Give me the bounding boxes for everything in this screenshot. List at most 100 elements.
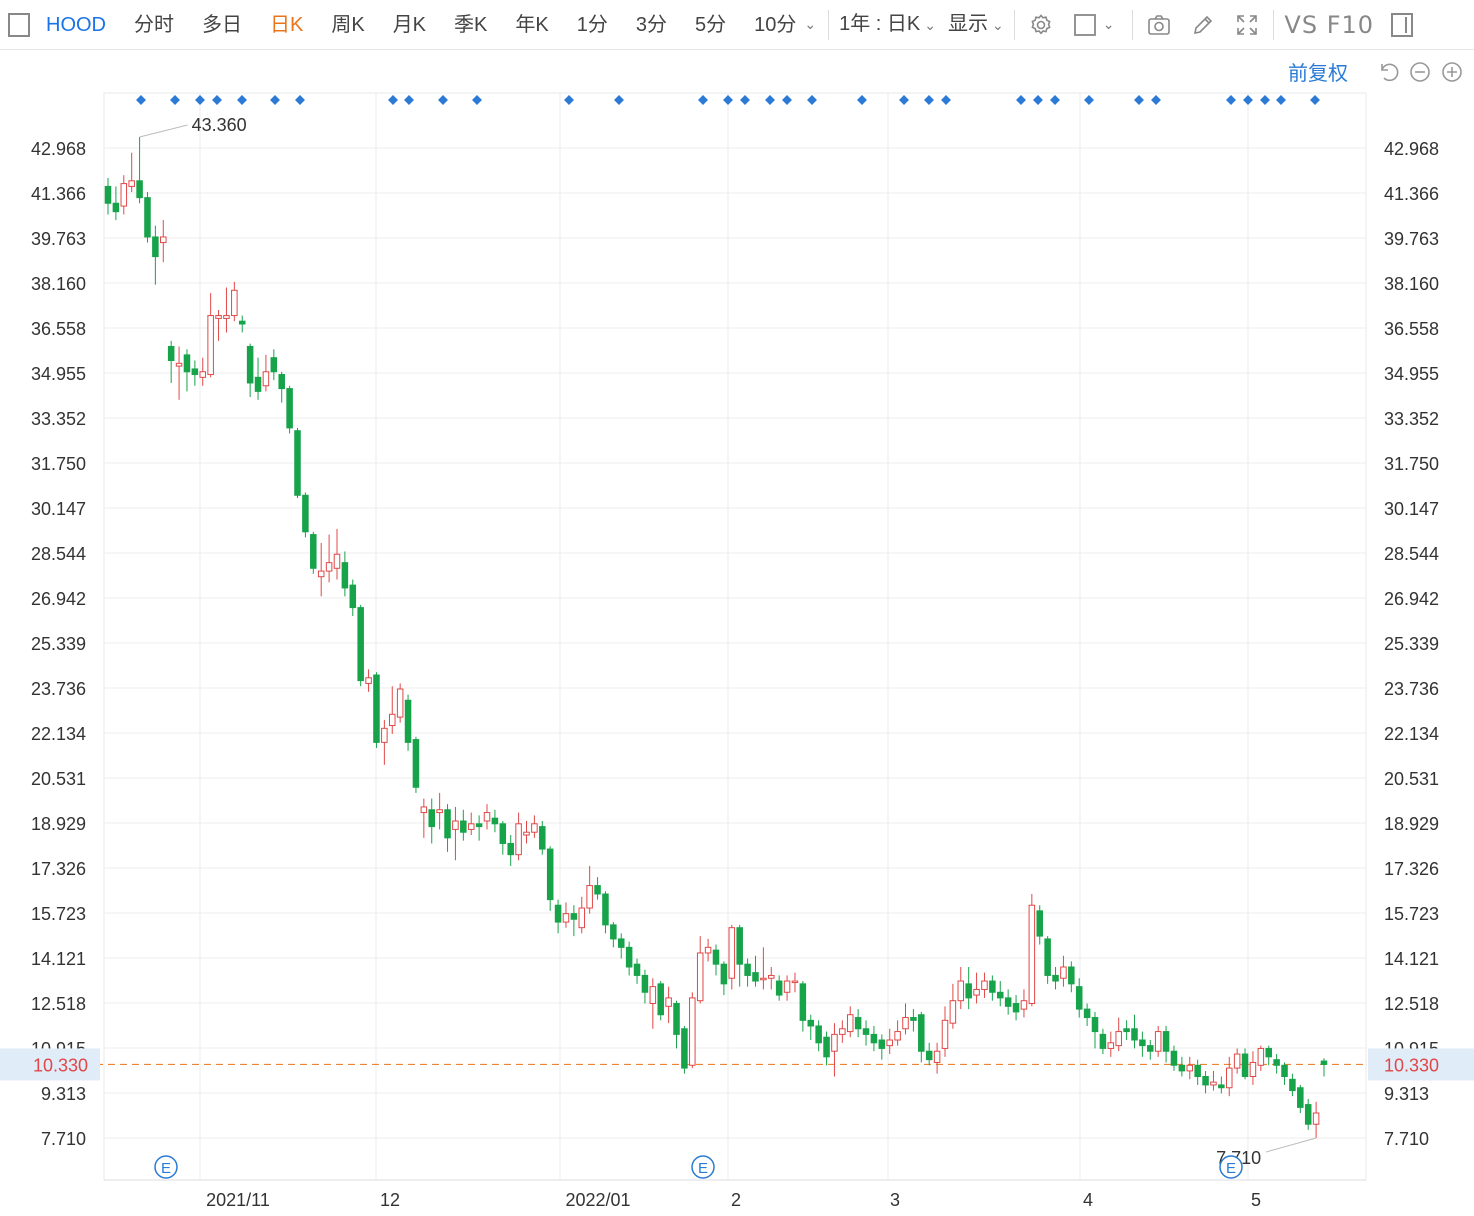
candle-up[interactable] <box>933 1050 941 1063</box>
candle-up[interactable] <box>325 562 333 572</box>
period-yearly-k[interactable]: 年K <box>501 0 562 50</box>
period-weekly-k[interactable]: 周K <box>317 0 378 50</box>
candle-up[interactable] <box>981 980 988 990</box>
candle-up[interactable] <box>160 236 167 244</box>
period-intraday[interactable]: 分时 <box>120 0 188 50</box>
candle-down[interactable] <box>925 1050 933 1061</box>
candle-down[interactable] <box>1297 1087 1304 1108</box>
candle-down[interactable] <box>183 354 191 373</box>
candle-down[interactable] <box>1147 1045 1154 1052</box>
candle-down[interactable] <box>278 374 285 390</box>
candle-up[interactable] <box>886 1039 893 1047</box>
candle-up[interactable] <box>1312 1112 1320 1125</box>
candle-up[interactable] <box>902 1017 909 1030</box>
event-marker-diamond[interactable] <box>614 95 624 105</box>
vs-f10-button[interactable]: VS F10 <box>1284 11 1374 39</box>
pencil-draw-icon[interactable] <box>1189 11 1217 39</box>
candle-down[interactable] <box>910 1017 917 1021</box>
candle-down[interactable] <box>989 980 996 993</box>
candle-down[interactable] <box>1068 966 1075 985</box>
candle-up[interactable] <box>231 289 238 317</box>
candle-down[interactable] <box>1281 1064 1288 1078</box>
event-marker-diamond[interactable] <box>1084 95 1094 105</box>
settings-gear-icon[interactable] <box>1027 11 1055 39</box>
period-multiday[interactable]: 多日 <box>188 0 256 50</box>
display-select[interactable]: 显示 ⌄ <box>942 0 1010 50</box>
candle-down[interactable] <box>294 430 301 496</box>
event-marker-diamond[interactable] <box>1243 95 1253 105</box>
event-marker-diamond[interactable] <box>899 95 909 105</box>
candle-up[interactable] <box>365 677 372 684</box>
candle-down[interactable] <box>625 946 633 968</box>
candle-up[interactable] <box>562 913 570 923</box>
candle-down[interactable] <box>1075 986 1083 1010</box>
candle-down[interactable] <box>918 1014 925 1052</box>
candle-up[interactable] <box>704 946 712 954</box>
candle-down[interactable] <box>152 236 159 258</box>
candle-down[interactable] <box>310 534 317 569</box>
candle-down[interactable] <box>1162 1031 1170 1052</box>
event-marker-diamond[interactable] <box>438 95 448 105</box>
candle-down[interactable] <box>1083 1008 1091 1019</box>
event-marker-diamond[interactable] <box>295 95 305 105</box>
event-marker-diamond[interactable] <box>564 95 574 105</box>
candle-up[interactable] <box>317 570 325 578</box>
candle-down[interactable] <box>539 826 546 850</box>
candle-up[interactable] <box>531 823 538 833</box>
event-marker-diamond[interactable] <box>388 95 398 105</box>
range-select[interactable]: 1年 : 日K ⌄ <box>833 0 942 50</box>
candle-up[interactable] <box>649 986 657 1005</box>
candle-up[interactable] <box>1154 1031 1162 1052</box>
candle-up[interactable] <box>215 315 222 319</box>
candle-down[interactable] <box>1139 1039 1146 1047</box>
candle-up[interactable] <box>223 315 230 319</box>
candle-down[interactable] <box>617 938 625 948</box>
candle-down[interactable] <box>1012 1003 1020 1013</box>
candle-up[interactable] <box>831 1033 838 1052</box>
candle-down[interactable] <box>1265 1047 1272 1058</box>
indicator-square-icon[interactable] <box>1071 11 1099 39</box>
candle-down[interactable] <box>1044 938 1051 976</box>
sidebar-toggle-icon[interactable] <box>0 0 38 50</box>
candle-down[interactable] <box>191 368 199 376</box>
candle-down[interactable] <box>373 674 380 743</box>
candle-down[interactable] <box>657 983 664 1016</box>
candle-up[interactable] <box>207 315 214 376</box>
candle-down[interactable] <box>254 376 262 392</box>
candle-up[interactable] <box>728 927 736 979</box>
candle-down[interactable] <box>1218 1084 1225 1089</box>
candle-up[interactable] <box>333 553 341 569</box>
event-marker-diamond[interactable] <box>1276 95 1286 105</box>
candle-down[interactable] <box>1004 997 1012 1007</box>
event-marker-diamond[interactable] <box>170 95 180 105</box>
candle-up[interactable] <box>436 809 443 814</box>
candle-up[interactable] <box>1257 1047 1265 1066</box>
event-marker-diamond[interactable] <box>924 95 934 105</box>
candle-up[interactable] <box>665 997 672 1007</box>
candle-down[interactable] <box>1289 1078 1296 1092</box>
event-marker-diamond[interactable] <box>723 95 733 105</box>
candle-down[interactable] <box>570 913 578 920</box>
indicator-chevron-down-icon[interactable]: ⌄ <box>1103 16 1115 33</box>
event-marker-diamond[interactable] <box>857 95 867 105</box>
candle-up[interactable] <box>1107 1042 1115 1049</box>
candle-down[interactable] <box>610 924 617 940</box>
candle-down[interactable] <box>633 963 641 976</box>
candle-up[interactable] <box>957 980 965 1002</box>
candle-down[interactable] <box>1123 1028 1130 1033</box>
event-marker-diamond[interactable] <box>1050 95 1060 105</box>
event-marker-diamond[interactable] <box>237 95 247 105</box>
candle-down[interactable] <box>602 893 609 926</box>
candle-up[interactable] <box>791 980 799 984</box>
more-periods-chevron-down-icon[interactable]: ⌄ <box>804 16 816 33</box>
period-monthly-k[interactable]: 月K <box>379 0 440 50</box>
candle-up[interactable] <box>515 823 522 856</box>
fullscreen-expand-icon[interactable] <box>1233 11 1261 39</box>
candle-down[interactable] <box>712 949 720 965</box>
event-marker-diamond[interactable] <box>404 95 414 105</box>
candle-down[interactable] <box>815 1025 822 1044</box>
candle-up[interactable] <box>1115 1031 1122 1047</box>
candle-up[interactable] <box>783 980 791 993</box>
candle-down[interactable] <box>546 848 554 901</box>
candle-down[interactable] <box>1036 910 1044 937</box>
